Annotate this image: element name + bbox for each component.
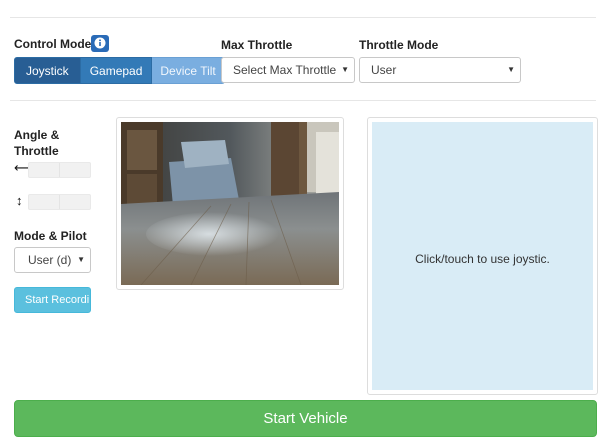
joystick-pad[interactable]: Click/touch to use joystic. [372, 122, 593, 390]
up-down-arrow-icon: ↕ [16, 193, 23, 208]
control-mode-button-group: Joystick Gamepad Device Tilt [14, 57, 225, 84]
start-recording-button[interactable]: Start Recording [14, 287, 91, 313]
gamepad-mode-button[interactable]: Gamepad [80, 57, 153, 84]
angle-throttle-label: Angle & Throttle [14, 127, 59, 159]
chevron-down-icon: ▼ [341, 65, 349, 74]
mode-pilot-select[interactable]: User (d) ▼ [14, 247, 91, 273]
throttle-mode-label: Throttle Mode [359, 38, 439, 52]
mode-pilot-value: User (d) [28, 253, 72, 267]
top-divider [10, 17, 596, 18]
angle-bar [28, 162, 91, 178]
throttle-bar [28, 194, 91, 210]
max-throttle-select[interactable]: Select Max Throttle ▼ [221, 57, 355, 83]
chevron-down-icon: ▼ [77, 255, 85, 264]
mode-pilot-label: Mode & Pilot [14, 229, 87, 243]
control-mode-label: Control Mode [14, 37, 92, 51]
max-throttle-value: Select Max Throttle [233, 63, 337, 77]
chevron-down-icon: ▼ [507, 65, 515, 74]
info-icon[interactable] [91, 35, 109, 52]
camera-feed-image [121, 122, 339, 285]
joystick-mode-button[interactable]: Joystick [14, 57, 81, 84]
throttle-mode-select[interactable]: User ▼ [359, 57, 521, 83]
joystick-hint: Click/touch to use joystic. [415, 252, 550, 266]
device-tilt-mode-button[interactable]: Device Tilt [152, 57, 225, 84]
max-throttle-label: Max Throttle [221, 38, 293, 52]
start-vehicle-button[interactable]: Start Vehicle [14, 400, 597, 437]
joystick-frame: Click/touch to use joystic. [367, 117, 598, 395]
throttle-mode-value: User [371, 63, 397, 77]
section-divider [10, 100, 596, 101]
angle-throttle-label-line1: Angle & [14, 128, 60, 142]
angle-throttle-label-line2: Throttle [14, 144, 59, 158]
camera-feed-frame [116, 117, 344, 290]
